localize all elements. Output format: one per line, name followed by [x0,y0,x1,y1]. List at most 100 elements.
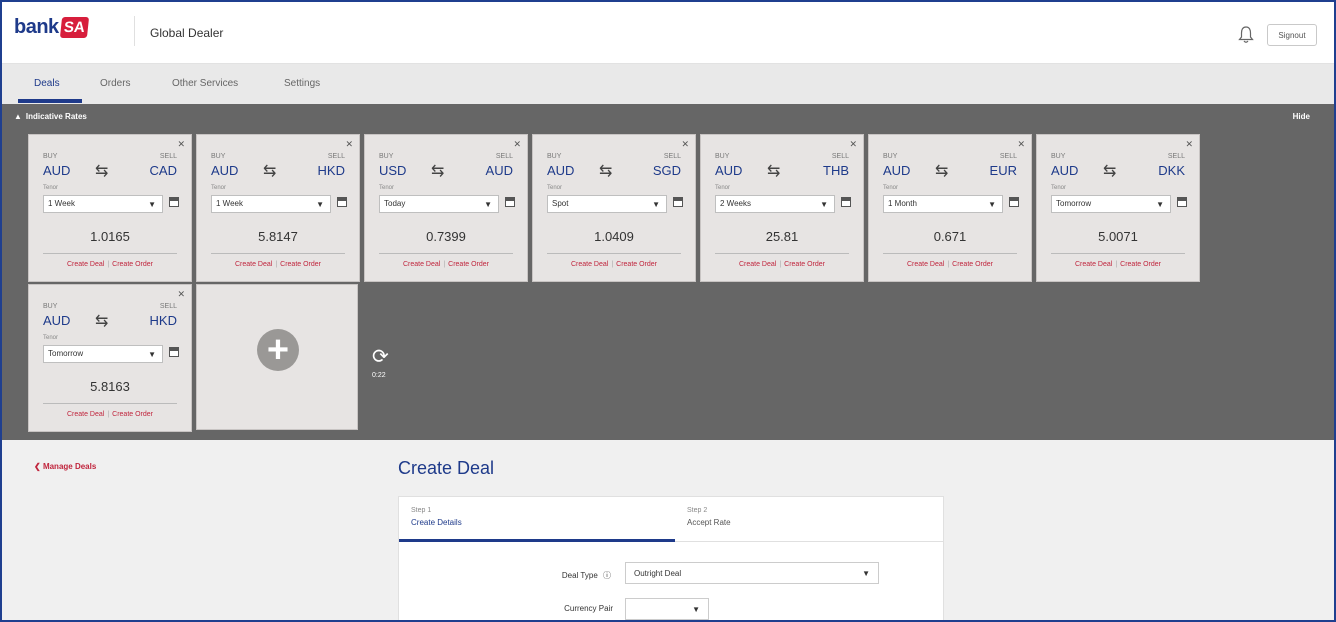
tab-settings[interactable]: Settings [284,78,320,89]
signout-button[interactable]: Signout [1267,24,1317,46]
sell-currency[interactable]: SGD [653,163,681,178]
swap-icon[interactable]: ⇆ [1103,161,1116,181]
tenor-label: Tenor [883,185,899,191]
calendar-icon[interactable] [1009,197,1019,207]
tab-other-services[interactable]: Other Services [172,78,238,89]
manage-deals-link[interactable]: ❮ Manage Deals [34,462,96,471]
sell-currency[interactable]: AUD [486,163,513,178]
swap-icon[interactable]: ⇆ [95,311,108,331]
calendar-icon[interactable] [841,197,851,207]
sell-currency[interactable]: EUR [990,163,1017,178]
calendar-icon[interactable] [169,347,179,357]
tab-orders[interactable]: Orders [100,78,131,89]
header-divider [134,16,135,46]
buy-currency[interactable]: AUD [547,163,574,178]
sell-currency[interactable]: HKD [150,313,177,328]
add-rate-card[interactable]: + [196,284,358,430]
calendar-icon[interactable] [505,197,515,207]
swap-icon[interactable]: ⇆ [95,161,108,181]
create-order-link[interactable]: Create Order [616,261,657,268]
tenor-label: Tenor [715,185,731,191]
close-icon[interactable]: ✕ [1185,139,1193,150]
tab-deals[interactable]: Deals [34,78,60,89]
buy-currency[interactable]: AUD [1051,163,1078,178]
step-2-name: Accept Rate [687,518,731,527]
tenor-select[interactable]: Spot ▼ [547,195,667,213]
create-deal-link[interactable]: Create Deal [571,261,608,268]
create-deal-link[interactable]: Create Deal [739,261,776,268]
rate-card: ✕ BUY SELL USD ⇆ AUD Tenor Today ▼ 0.7399 Create D… [364,134,528,282]
chevron-left-icon: ❮ [34,462,41,471]
swap-icon[interactable]: ⇆ [767,161,780,181]
close-icon[interactable]: ✕ [681,139,689,150]
create-order-link[interactable]: Create Order [1120,261,1161,268]
create-order-link[interactable]: Create Order [112,411,153,418]
create-deal-link[interactable]: Create Deal [67,411,104,418]
close-icon[interactable]: ✕ [1017,139,1025,150]
tenor-select[interactable]: Tomorrow ▼ [1051,195,1171,213]
create-deal-link[interactable]: Create Deal [67,261,104,268]
hide-button[interactable]: Hide [1293,112,1310,121]
sell-currency[interactable]: THB [823,163,849,178]
card-actions: Create Deal | Create Order [1037,261,1199,268]
swap-icon[interactable]: ⇆ [935,161,948,181]
card-actions: Create Deal | Create Order [29,411,191,418]
tenor-value: Tomorrow [1056,199,1092,208]
tenor-select[interactable]: 1 Month ▼ [883,195,1003,213]
buy-label: BUY [379,153,394,160]
calendar-icon[interactable] [673,197,683,207]
sell-currency[interactable]: HKD [318,163,345,178]
card-divider [211,253,345,254]
chevron-down-icon: ▼ [1156,200,1164,209]
deal-type-label-text: Deal Type [561,571,598,580]
create-deal-link[interactable]: Create Deal [907,261,944,268]
bank-logo[interactable]: bank SA [14,14,89,40]
create-deal-link[interactable]: Create Deal [1075,261,1112,268]
action-separator: | [443,261,446,268]
action-separator: | [107,411,110,418]
buy-currency[interactable]: USD [379,163,406,178]
tenor-select[interactable]: 1 Week ▼ [43,195,163,213]
tenor-select[interactable]: 1 Week ▼ [211,195,331,213]
buy-label: BUY [883,153,898,160]
create-order-link[interactable]: Create Order [112,261,153,268]
close-icon[interactable]: ✕ [513,139,521,150]
tenor-select[interactable]: Today ▼ [379,195,499,213]
close-icon[interactable]: ✕ [177,139,185,150]
manage-deals-label: Manage Deals [42,462,97,471]
step-2[interactable]: Step 2 Accept Rate [687,507,731,527]
deal-type-select[interactable]: Outright Deal ▼ [625,562,879,584]
create-order-link[interactable]: Create Order [952,261,993,268]
refresh-icon[interactable]: ⟳ [372,344,389,369]
calendar-icon[interactable] [169,197,179,207]
swap-icon[interactable]: ⇆ [263,161,276,181]
swap-icon[interactable]: ⇆ [431,161,444,181]
calendar-icon[interactable] [337,197,347,207]
rates-collapse-toggle[interactable]: ▲ Indicative Rates [14,112,87,121]
close-icon[interactable]: ✕ [177,289,185,300]
step-1[interactable]: Step 1 Create Details [411,507,462,527]
buy-currency[interactable]: AUD [211,163,238,178]
bell-icon[interactable] [1238,26,1254,44]
calendar-icon[interactable] [1177,197,1187,207]
buy-currency[interactable]: AUD [883,163,910,178]
create-deal-link[interactable]: Create Deal [235,261,272,268]
create-order-link[interactable]: Create Order [448,261,489,268]
buy-currency[interactable]: AUD [43,163,70,178]
info-icon[interactable]: ⓘ [603,571,611,580]
buy-currency[interactable]: AUD [43,313,70,328]
chevron-down-icon: ▼ [692,605,700,614]
swap-icon[interactable]: ⇆ [599,161,612,181]
create-order-link[interactable]: Create Order [784,261,825,268]
sell-currency[interactable]: CAD [150,163,177,178]
tenor-select[interactable]: 2 Weeks ▼ [715,195,835,213]
close-icon[interactable]: ✕ [849,139,857,150]
close-icon[interactable]: ✕ [345,139,353,150]
create-deal-link[interactable]: Create Deal [403,261,440,268]
sell-currency[interactable]: DKK [1158,163,1185,178]
step-1-number: Step 1 [411,507,432,514]
buy-currency[interactable]: AUD [715,163,742,178]
create-order-link[interactable]: Create Order [280,261,321,268]
currency-pair-select[interactable]: ▼ [625,598,709,620]
tenor-select[interactable]: Tomorrow ▼ [43,345,163,363]
